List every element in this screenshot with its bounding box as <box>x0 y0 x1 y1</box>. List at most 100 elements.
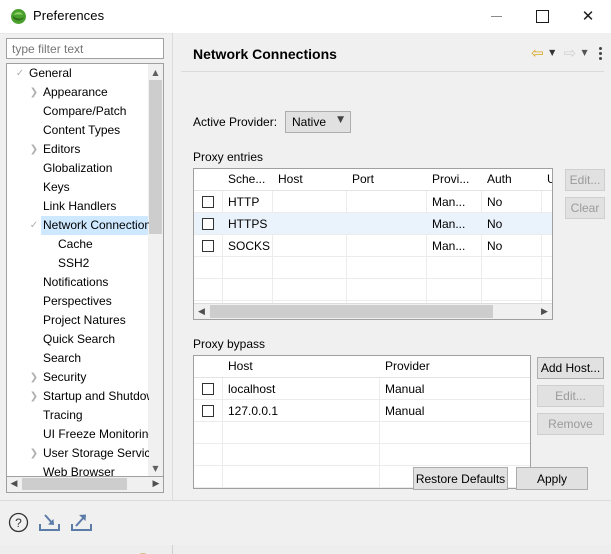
sidebar-item-label: SSH2 <box>58 256 90 270</box>
title-divider <box>181 71 604 72</box>
scroll-up-icon[interactable]: ▲ <box>148 64 163 80</box>
sidebar-item-label: Quick Search <box>43 332 116 346</box>
sidebar-item-quick-search[interactable]: Quick Search <box>7 330 149 349</box>
sidebar-item-general[interactable]: ✓ General <box>7 64 149 83</box>
table-row[interactable]: localhost Manual <box>194 378 530 400</box>
chevron-right-icon[interactable]: ❯ <box>27 444 41 463</box>
table-row[interactable]: SOCKS Man... No <box>194 235 552 257</box>
proxy-entries-table[interactable]: Sche...HostPortProvi...AuthUser HTTP Man.… <box>193 168 553 320</box>
sidebar-item-cache[interactable]: Cache <box>7 235 149 254</box>
close-button[interactable]: ✕ <box>565 0 611 32</box>
sidebar-item-tracing[interactable]: Tracing <box>7 406 149 425</box>
row-checkbox[interactable] <box>202 383 214 395</box>
scroll-down-icon[interactable]: ▼ <box>148 460 163 476</box>
back-arrow-icon[interactable]: ⇦ <box>530 43 545 63</box>
column-header[interactable] <box>194 356 222 377</box>
scrollbar-thumb[interactable] <box>149 80 162 234</box>
svg-text:?: ? <box>15 516 22 530</box>
back-history-chevron-down-icon[interactable]: ▼ <box>548 43 559 63</box>
bypass-remove-button[interactable]: Remove <box>537 413 604 435</box>
sidebar-item-perspectives[interactable]: Perspectives <box>7 292 149 311</box>
scroll-left-icon[interactable]: ◀ <box>7 477 21 491</box>
table-row[interactable]: 127.0.0.1 Manual <box>194 400 530 422</box>
proxy-clear-button[interactable]: Clear <box>565 197 605 219</box>
tree-vertical-scrollbar[interactable]: ▲ ▼ <box>148 64 163 476</box>
scrollbar-thumb[interactable] <box>210 305 493 318</box>
cell-user <box>541 235 552 257</box>
table-row[interactable]: HTTP Man... No <box>194 191 552 213</box>
sidebar-item-web-browser[interactable]: Web Browser <box>7 463 149 476</box>
sidebar-item-keys[interactable]: Keys <box>7 178 149 197</box>
row-checkbox[interactable] <box>202 240 214 252</box>
chevron-down-icon[interactable]: ✓ <box>13 64 27 83</box>
sidebar-item-globalization[interactable]: Globalization <box>7 159 149 178</box>
bypass-edit-button[interactable]: Edit... <box>537 385 604 407</box>
forward-history-chevron-down-icon[interactable]: ▼ <box>581 43 592 63</box>
maximize-button[interactable] <box>519 0 565 32</box>
filter-input[interactable] <box>7 39 163 58</box>
scroll-left-icon[interactable]: ◀ <box>194 304 209 319</box>
export-icon[interactable] <box>70 512 93 536</box>
proxy-edit-button[interactable]: Edit... <box>565 169 605 191</box>
sidebar-item-ssh2[interactable]: SSH2 <box>7 254 149 273</box>
forward-arrow-icon[interactable]: ⇨ <box>563 43 578 63</box>
column-header[interactable]: Provider <box>379 356 529 377</box>
sidebar-item-label: Notifications <box>43 275 109 289</box>
sidebar-item-project-natures[interactable]: Project Natures <box>7 311 149 330</box>
sidebar-item-user-storage-service[interactable]: ❯ User Storage Service <box>7 444 149 463</box>
scrollbar-thumb[interactable] <box>22 478 127 490</box>
sidebar-item-label: General <box>29 66 72 80</box>
table-horizontal-scrollbar[interactable]: ◀ ▶ <box>194 303 552 319</box>
table-row-empty <box>194 279 552 301</box>
eclipse-icon <box>10 8 27 25</box>
column-header[interactable]: Provi... <box>426 169 481 190</box>
chevron-down-icon[interactable]: ✓ <box>27 216 41 235</box>
minimize-button[interactable] <box>473 0 519 32</box>
column-header[interactable]: Auth <box>481 169 541 190</box>
chevron-right-icon[interactable]: ❯ <box>27 387 41 406</box>
restore-defaults-button[interactable]: Restore Defaults <box>413 467 508 490</box>
column-header[interactable]: Host <box>222 356 379 377</box>
row-checkbox[interactable] <box>202 196 214 208</box>
active-provider-select[interactable]: Native ▼ <box>285 111 351 133</box>
sidebar-item-search[interactable]: Search <box>7 349 149 368</box>
table-row[interactable]: HTTPS Man... No <box>194 213 552 235</box>
sidebar-item-network-connections[interactable]: ✓ Network Connections <box>7 216 149 235</box>
sidebar-item-label: Globalization <box>43 161 113 175</box>
chevron-right-icon[interactable]: ❯ <box>27 368 41 387</box>
scroll-right-icon[interactable]: ▶ <box>537 304 552 319</box>
scroll-right-icon[interactable]: ▶ <box>149 477 163 491</box>
tree-horizontal-scrollbar[interactable]: ◀ ▶ <box>6 477 164 493</box>
column-header[interactable] <box>194 169 222 190</box>
column-header[interactable]: Port <box>346 169 426 190</box>
chevron-right-icon[interactable]: ❯ <box>27 140 41 159</box>
row-checkbox[interactable] <box>202 405 214 417</box>
apply-button[interactable]: Apply <box>516 467 588 490</box>
sidebar-item-ui-freeze-monitoring[interactable]: UI Freeze Monitoring <box>7 425 149 444</box>
sidebar-item-startup-and-shutdown[interactable]: ❯Startup and Shutdown <box>7 387 149 406</box>
column-header[interactable]: User <box>541 169 552 190</box>
sidebar-item-appearance[interactable]: ❯ Appearance <box>7 83 149 102</box>
cell-provider: Manual <box>385 382 425 396</box>
sidebar-item-content-types[interactable]: Content Types <box>7 121 149 140</box>
sidebar-item-security[interactable]: ❯ Security <box>7 368 149 387</box>
preference-page: Network Connections ⇦ ▼ ⇨ ▼ Active Provi… <box>172 33 611 500</box>
import-icon[interactable] <box>38 512 61 536</box>
preferences-dialog: Preferences ✕ ✓General❯AppearanceCompare… <box>0 0 611 554</box>
sidebar-item-editors[interactable]: ❯ Editors <box>7 140 149 159</box>
sidebar-item-compare-patch[interactable]: Compare/Patch <box>7 102 149 121</box>
filter-box[interactable] <box>6 38 164 59</box>
column-header[interactable]: Sche... <box>222 169 272 190</box>
preferences-tree[interactable]: ✓ General ❯ Appearance Compare/Patch Content … <box>6 63 164 477</box>
sidebar-item-label: User Storage Service <box>43 446 149 460</box>
cell-provider: Man... <box>432 217 466 231</box>
sidebar-item-link-handlers[interactable]: Link Handlers <box>7 197 149 216</box>
row-checkbox[interactable] <box>202 218 214 230</box>
column-header[interactable]: Host <box>272 169 346 190</box>
sidebar-item-notifications[interactable]: Notifications <box>7 273 149 292</box>
add-host-button[interactable]: Add Host... <box>537 357 604 379</box>
sidebar-item-label: Network Connections <box>43 218 149 232</box>
help-icon[interactable]: ? <box>8 512 29 536</box>
chevron-right-icon[interactable]: ❯ <box>27 83 41 102</box>
view-menu-icon[interactable] <box>595 43 605 63</box>
